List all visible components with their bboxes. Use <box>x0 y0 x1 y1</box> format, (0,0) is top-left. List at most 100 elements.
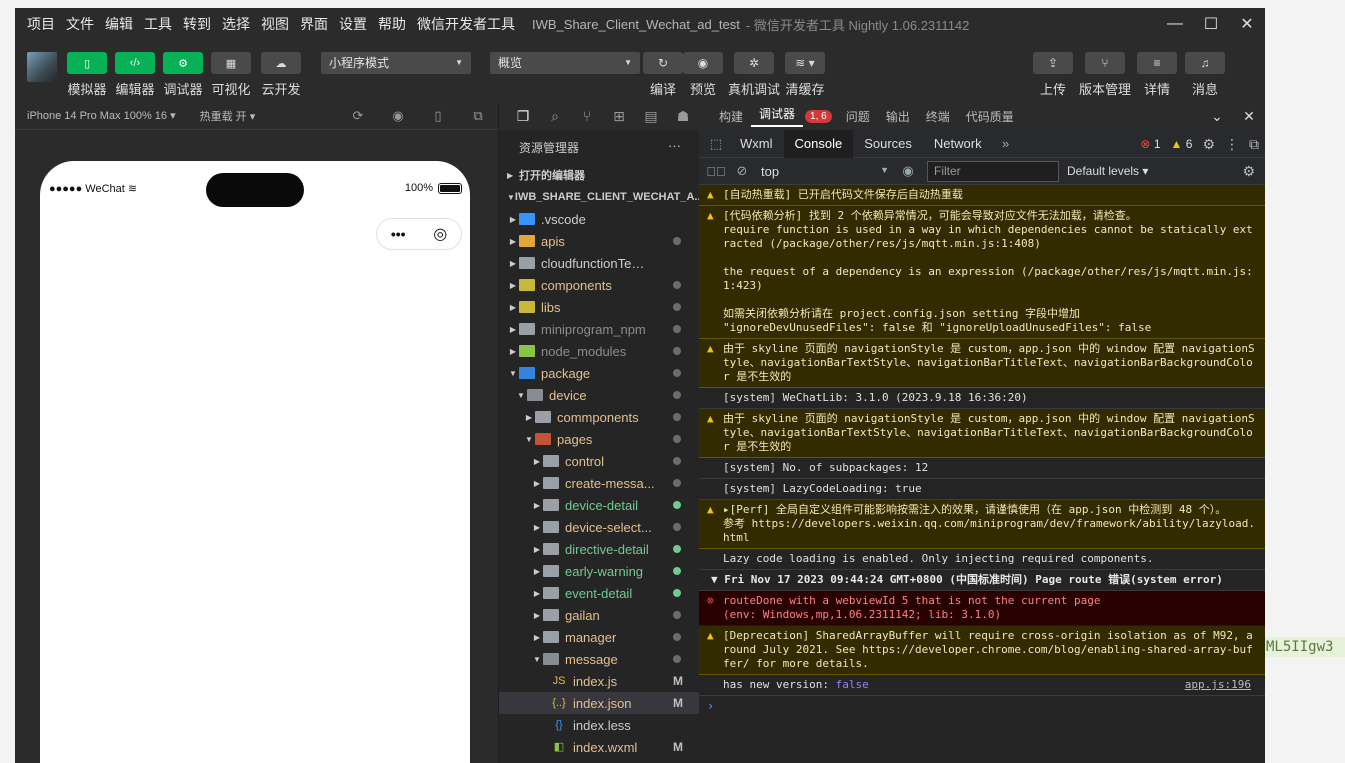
folder-item[interactable]: ▼ message <box>499 648 699 670</box>
menu-item[interactable]: 视图 <box>261 14 289 34</box>
visual-button[interactable]: ▦ <box>211 52 251 74</box>
tab-network[interactable]: Network <box>923 130 993 158</box>
record-icon[interactable]: ◉ <box>378 102 418 130</box>
menu-item[interactable]: 编辑 <box>105 14 133 34</box>
more-actions-icon[interactable]: ··· <box>668 138 681 153</box>
console-settings-icon[interactable]: ⚙ <box>1242 163 1255 180</box>
folder-item[interactable]: ▶ directive-detail <box>499 538 699 560</box>
source-control-icon[interactable]: ⑂ <box>571 108 603 124</box>
project-section[interactable]: ▼ IWB_SHARE_CLIENT_WECHAT_A... <box>499 186 704 208</box>
popout-icon[interactable]: ⧉ <box>458 102 498 130</box>
folder-item[interactable]: ▶ cloudfunctionTemplate <box>499 252 699 274</box>
file-item[interactable]: ◧ index.wxml M <box>499 736 699 758</box>
chevron-down-icon[interactable]: ⌄ <box>1201 102 1233 130</box>
menu-item[interactable]: 项目 <box>27 14 55 34</box>
preview-button[interactable]: ◉ <box>683 52 723 74</box>
search-icon[interactable]: ⌕ <box>539 108 571 125</box>
details-button[interactable]: ≡ <box>1137 52 1177 74</box>
phone-screen[interactable]: ●●●●● WeChat ≋ 100% ••• ◎ <box>40 161 470 763</box>
folder-item[interactable]: ▼ pages <box>499 428 699 450</box>
rotate-icon[interactable]: ⟳ <box>338 102 378 130</box>
docker-icon[interactable]: ☗ <box>667 108 699 125</box>
more-icon[interactable]: ••• <box>391 226 406 242</box>
live-expression-icon[interactable]: ◉ <box>895 163 921 179</box>
tab-console[interactable]: Console <box>783 129 854 158</box>
dock-icon[interactable]: ⧉ <box>1249 136 1259 153</box>
log-levels-select[interactable]: Default levels ▾ <box>1067 164 1148 178</box>
error-counter[interactable]: ⊗ 1 <box>1140 137 1160 151</box>
clear-cache-button[interactable]: ≋ ▾ <box>785 52 825 74</box>
menu-item[interactable]: 设置 <box>339 14 367 34</box>
upload-button[interactable]: ⇪ <box>1033 52 1073 74</box>
folder-item[interactable]: ▶ gailan <box>499 604 699 626</box>
source-link[interactable]: app.js:196 <box>1185 678 1251 692</box>
menu-item[interactable]: 文件 <box>66 14 94 34</box>
file-item[interactable]: JS index.js M <box>499 670 699 692</box>
close-target-icon[interactable]: ◎ <box>433 224 447 244</box>
folder-item[interactable]: ▶ event-detail <box>499 582 699 604</box>
console-filter-input[interactable]: Filter <box>927 160 1059 182</box>
settings-icon[interactable]: ⚙ <box>1202 136 1215 153</box>
kebab-menu-icon[interactable]: ⋮ <box>1225 136 1239 153</box>
hot-reload-toggle[interactable]: 热重载 开 ▾ <box>200 108 256 124</box>
folder-item[interactable]: ▶ control <box>499 450 699 472</box>
folder-item[interactable]: ▶ manager <box>499 626 699 648</box>
folder-item[interactable]: ▶ .vscode <box>499 208 699 230</box>
folder-item[interactable]: ▶ device-select... <box>499 516 699 538</box>
editor-button[interactable]: ‹/› <box>115 52 155 74</box>
tab-sources[interactable]: Sources <box>853 130 923 158</box>
tab-terminal[interactable]: 终端 <box>918 108 958 125</box>
folder-item[interactable]: ▼ device <box>499 384 699 406</box>
tab-problems[interactable]: 问题 <box>838 108 878 125</box>
folder-item[interactable]: ▼ package <box>499 362 699 384</box>
close-icon[interactable]: ✕ <box>1229 8 1265 40</box>
menu-item[interactable]: 工具 <box>144 14 172 34</box>
maximize-icon[interactable]: ☐ <box>1193 8 1229 40</box>
close-icon[interactable]: ✕ <box>1233 102 1265 130</box>
sidebar-toggle-icon[interactable]: ▸⃞ <box>703 164 729 179</box>
simulator-button[interactable]: ▯ <box>67 52 107 74</box>
tab-debugger[interactable]: 调试器 <box>751 105 804 127</box>
file-item[interactable]: {} index.less <box>499 714 699 736</box>
messages-button[interactable]: ♫ <box>1185 52 1225 74</box>
folder-item[interactable]: ▶ device-detail <box>499 494 699 516</box>
folder-item[interactable]: ▶ miniprogram_npm <box>499 318 699 340</box>
folder-item[interactable]: ▶ apis <box>499 230 699 252</box>
compile-button[interactable]: ↻ <box>643 52 683 74</box>
folder-item[interactable]: ▶ node_modules <box>499 340 699 362</box>
compile-select[interactable]: 概览 ▼ <box>490 52 640 74</box>
inspect-icon[interactable]: ⬚ <box>703 136 729 152</box>
clear-console-icon[interactable]: ⊘ <box>729 163 755 179</box>
outline-icon[interactable]: ▤ <box>635 108 667 125</box>
folder-item[interactable]: ▶ libs <box>499 296 699 318</box>
folder-item[interactable]: ▶ create-messa... <box>499 472 699 494</box>
console-prompt[interactable]: › <box>699 696 1265 716</box>
menu-item[interactable]: 转到 <box>183 14 211 34</box>
phone-icon[interactable]: ▯ <box>418 102 458 130</box>
open-editors-section[interactable]: ▶ 打开的编辑器 <box>499 164 699 186</box>
warning-counter[interactable]: ▲ 6 <box>1171 137 1193 151</box>
folder-item[interactable]: ▶ commponents <box>499 406 699 428</box>
version-button[interactable]: ⑂ <box>1085 52 1125 74</box>
extensions-icon[interactable]: ⊞ <box>603 108 635 125</box>
file-item[interactable]: {..} index.json M <box>499 692 699 714</box>
tab-code-quality[interactable]: 代码质量 <box>958 108 1022 125</box>
files-icon[interactable]: ❐ <box>507 108 539 125</box>
menu-item[interactable]: 微信开发者工具 <box>417 14 515 34</box>
avatar[interactable] <box>27 52 57 82</box>
folder-item[interactable]: ▶ components <box>499 274 699 296</box>
menu-item[interactable]: 界面 <box>300 14 328 34</box>
tab-output[interactable]: 输出 <box>878 108 918 125</box>
minimize-icon[interactable]: — <box>1157 8 1193 40</box>
menu-item[interactable]: 帮助 <box>378 14 406 34</box>
more-tabs-icon[interactable]: » <box>993 136 1019 151</box>
menu-item[interactable]: 选择 <box>222 14 250 34</box>
device-select[interactable]: iPhone 14 Pro Max 100% 16 ▾ <box>27 109 176 122</box>
folder-item[interactable]: ▶ early-warning <box>499 560 699 582</box>
debugger-button[interactable]: ⚙ <box>163 52 203 74</box>
cloud-button[interactable]: ☁ <box>261 52 301 74</box>
remote-debug-button[interactable]: ✲ <box>734 52 774 74</box>
mode-select[interactable]: 小程序模式 ▼ <box>321 52 471 74</box>
tab-wxml[interactable]: Wxml <box>729 130 784 158</box>
context-select[interactable]: top ▼ <box>755 164 895 179</box>
